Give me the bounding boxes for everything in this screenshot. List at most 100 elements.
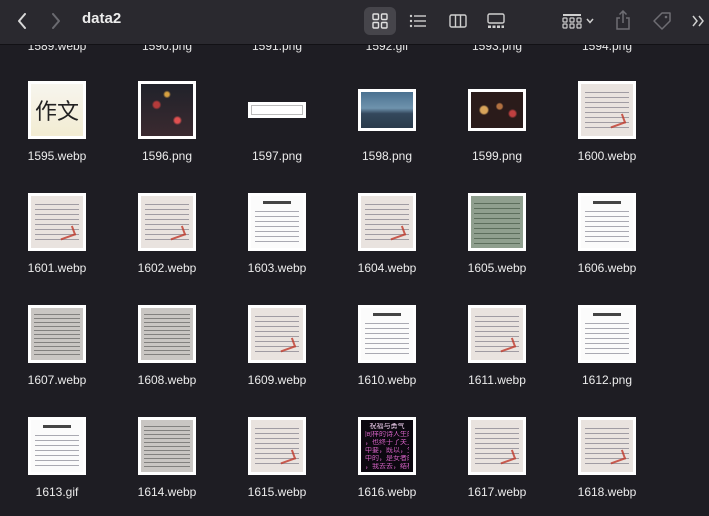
tags-button[interactable] <box>650 10 674 32</box>
file-thumbnail[interactable] <box>578 305 636 363</box>
thumbnail-lines <box>585 319 629 356</box>
file-name[interactable]: 1612.png <box>552 373 662 387</box>
file-name[interactable]: 1616.webp <box>332 485 442 499</box>
file-thumbnail[interactable] <box>358 193 416 251</box>
column-view-button[interactable] <box>446 11 470 31</box>
file-name[interactable]: 1613.gif <box>2 485 112 499</box>
file-name[interactable]: 1605.webp <box>442 261 552 275</box>
file-name[interactable]: 1610.webp <box>332 373 442 387</box>
file-thumbnail[interactable] <box>248 305 306 363</box>
back-button[interactable] <box>12 9 32 33</box>
chevron-right-icon <box>52 13 60 29</box>
file-item[interactable]: 1604.webp <box>332 193 442 305</box>
icon-view-icon <box>372 13 388 29</box>
file-item[interactable]: 1609.webp <box>222 305 332 417</box>
file-name[interactable]: 1607.webp <box>2 373 112 387</box>
file-name[interactable]: 1615.webp <box>222 485 332 499</box>
file-name[interactable]: 1597.png <box>222 149 332 163</box>
file-item[interactable]: 1610.webp <box>332 305 442 417</box>
file-name[interactable]: 1599.png <box>442 149 552 163</box>
file-thumbnail[interactable] <box>248 102 306 118</box>
file-name[interactable]: 1601.webp <box>2 261 112 275</box>
file-name[interactable]: 1614.webp <box>112 485 222 499</box>
file-name[interactable]: 1611.webp <box>442 373 552 387</box>
file-name[interactable]: 1595.webp <box>2 149 112 163</box>
file-name[interactable]: 1617.webp <box>442 485 552 499</box>
file-item[interactable]: 1614.webp <box>112 417 222 516</box>
file-thumbnail[interactable] <box>358 89 416 131</box>
chevron-down-icon <box>586 18 594 24</box>
file-item[interactable]: 作文 1595.webp <box>2 81 112 193</box>
file-thumbnail[interactable] <box>28 417 86 475</box>
file-label[interactable]: 1591.png <box>252 45 302 53</box>
file-thumbnail[interactable] <box>358 305 416 363</box>
file-name[interactable]: 1596.png <box>112 149 222 163</box>
file-item[interactable]: 1613.gif <box>2 417 112 516</box>
file-label[interactable]: 1589.webp <box>28 45 87 53</box>
file-thumbnail[interactable]: 祝福与勇气同样的诗人生的，也终于了关上中要，既以，生好中的，是女者的，我去去，结… <box>358 417 416 475</box>
file-item[interactable]: 1598.png <box>332 81 442 193</box>
file-thumbnail[interactable] <box>138 417 196 475</box>
file-item[interactable]: 1615.webp <box>222 417 332 516</box>
file-name[interactable]: 1606.webp <box>552 261 662 275</box>
more-toolbar-button[interactable] <box>690 12 706 30</box>
file-item[interactable]: 1596.png <box>112 81 222 193</box>
file-item[interactable]: 1601.webp <box>2 193 112 305</box>
file-label[interactable]: 1590.png <box>142 45 192 53</box>
window-title: data2 <box>82 10 122 27</box>
forward-button[interactable] <box>46 9 66 33</box>
file-thumbnail[interactable] <box>138 193 196 251</box>
file-thumbnail[interactable] <box>468 417 526 475</box>
file-label[interactable]: 1592.gif <box>366 45 409 53</box>
file-item[interactable]: 1605.webp <box>442 193 552 305</box>
file-item[interactable]: 1607.webp <box>2 305 112 417</box>
file-item[interactable]: 1599.png <box>442 81 552 193</box>
file-label[interactable]: 1594.png <box>582 45 632 53</box>
file-item[interactable]: 1608.webp <box>112 305 222 417</box>
thumbnail-lines <box>35 431 79 468</box>
file-thumbnail[interactable] <box>28 193 86 251</box>
file-thumbnail[interactable] <box>138 305 196 363</box>
file-item[interactable]: 1600.webp <box>552 81 662 193</box>
file-thumbnail[interactable] <box>468 193 526 251</box>
file-thumbnail[interactable] <box>578 81 636 139</box>
file-item[interactable]: 1606.webp <box>552 193 662 305</box>
file-item[interactable]: 1597.png <box>222 81 332 193</box>
file-thumbnail[interactable] <box>28 305 86 363</box>
file-item[interactable]: 1602.webp <box>112 193 222 305</box>
file-item[interactable]: 1617.webp <box>442 417 552 516</box>
file-name[interactable]: 1598.png <box>332 149 442 163</box>
file-thumbnail[interactable] <box>138 81 196 139</box>
file-name[interactable]: 1608.webp <box>112 373 222 387</box>
file-thumbnail[interactable] <box>248 193 306 251</box>
file-item[interactable]: 1618.webp <box>552 417 662 516</box>
file-label[interactable]: 1593.png <box>472 45 522 53</box>
file-thumbnail[interactable] <box>578 193 636 251</box>
file-thumbnail[interactable]: 作文 <box>28 81 86 139</box>
share-button[interactable] <box>612 8 634 32</box>
thumbnail-lines <box>144 423 190 469</box>
list-view-button[interactable] <box>406 11 430 31</box>
file-thumbnail[interactable] <box>468 305 526 363</box>
file-item[interactable]: 1603.webp <box>222 193 332 305</box>
thumbnail-lines <box>34 311 80 357</box>
file-thumbnail[interactable] <box>248 417 306 475</box>
gallery-view-button[interactable] <box>484 11 508 31</box>
doc-heading <box>43 425 71 428</box>
thumbnail-lines <box>475 312 519 356</box>
file-item[interactable]: 祝福与勇气同样的诗人生的，也终于了关上中要，既以，生好中的，是女者的，我去去，结… <box>332 417 442 516</box>
file-thumbnail[interactable] <box>578 417 636 475</box>
icon-view-button[interactable] <box>368 11 392 31</box>
file-name[interactable]: 1604.webp <box>332 261 442 275</box>
share-icon <box>616 10 630 30</box>
group-by-button[interactable] <box>558 11 598 31</box>
thumbnail-lines <box>144 311 190 357</box>
file-name[interactable]: 1618.webp <box>552 485 662 499</box>
file-thumbnail[interactable] <box>468 89 526 131</box>
file-name[interactable]: 1600.webp <box>552 149 662 163</box>
file-name[interactable]: 1602.webp <box>112 261 222 275</box>
file-name[interactable]: 1609.webp <box>222 373 332 387</box>
file-item[interactable]: 1611.webp <box>442 305 552 417</box>
file-name[interactable]: 1603.webp <box>222 261 332 275</box>
file-item[interactable]: 1612.png <box>552 305 662 417</box>
